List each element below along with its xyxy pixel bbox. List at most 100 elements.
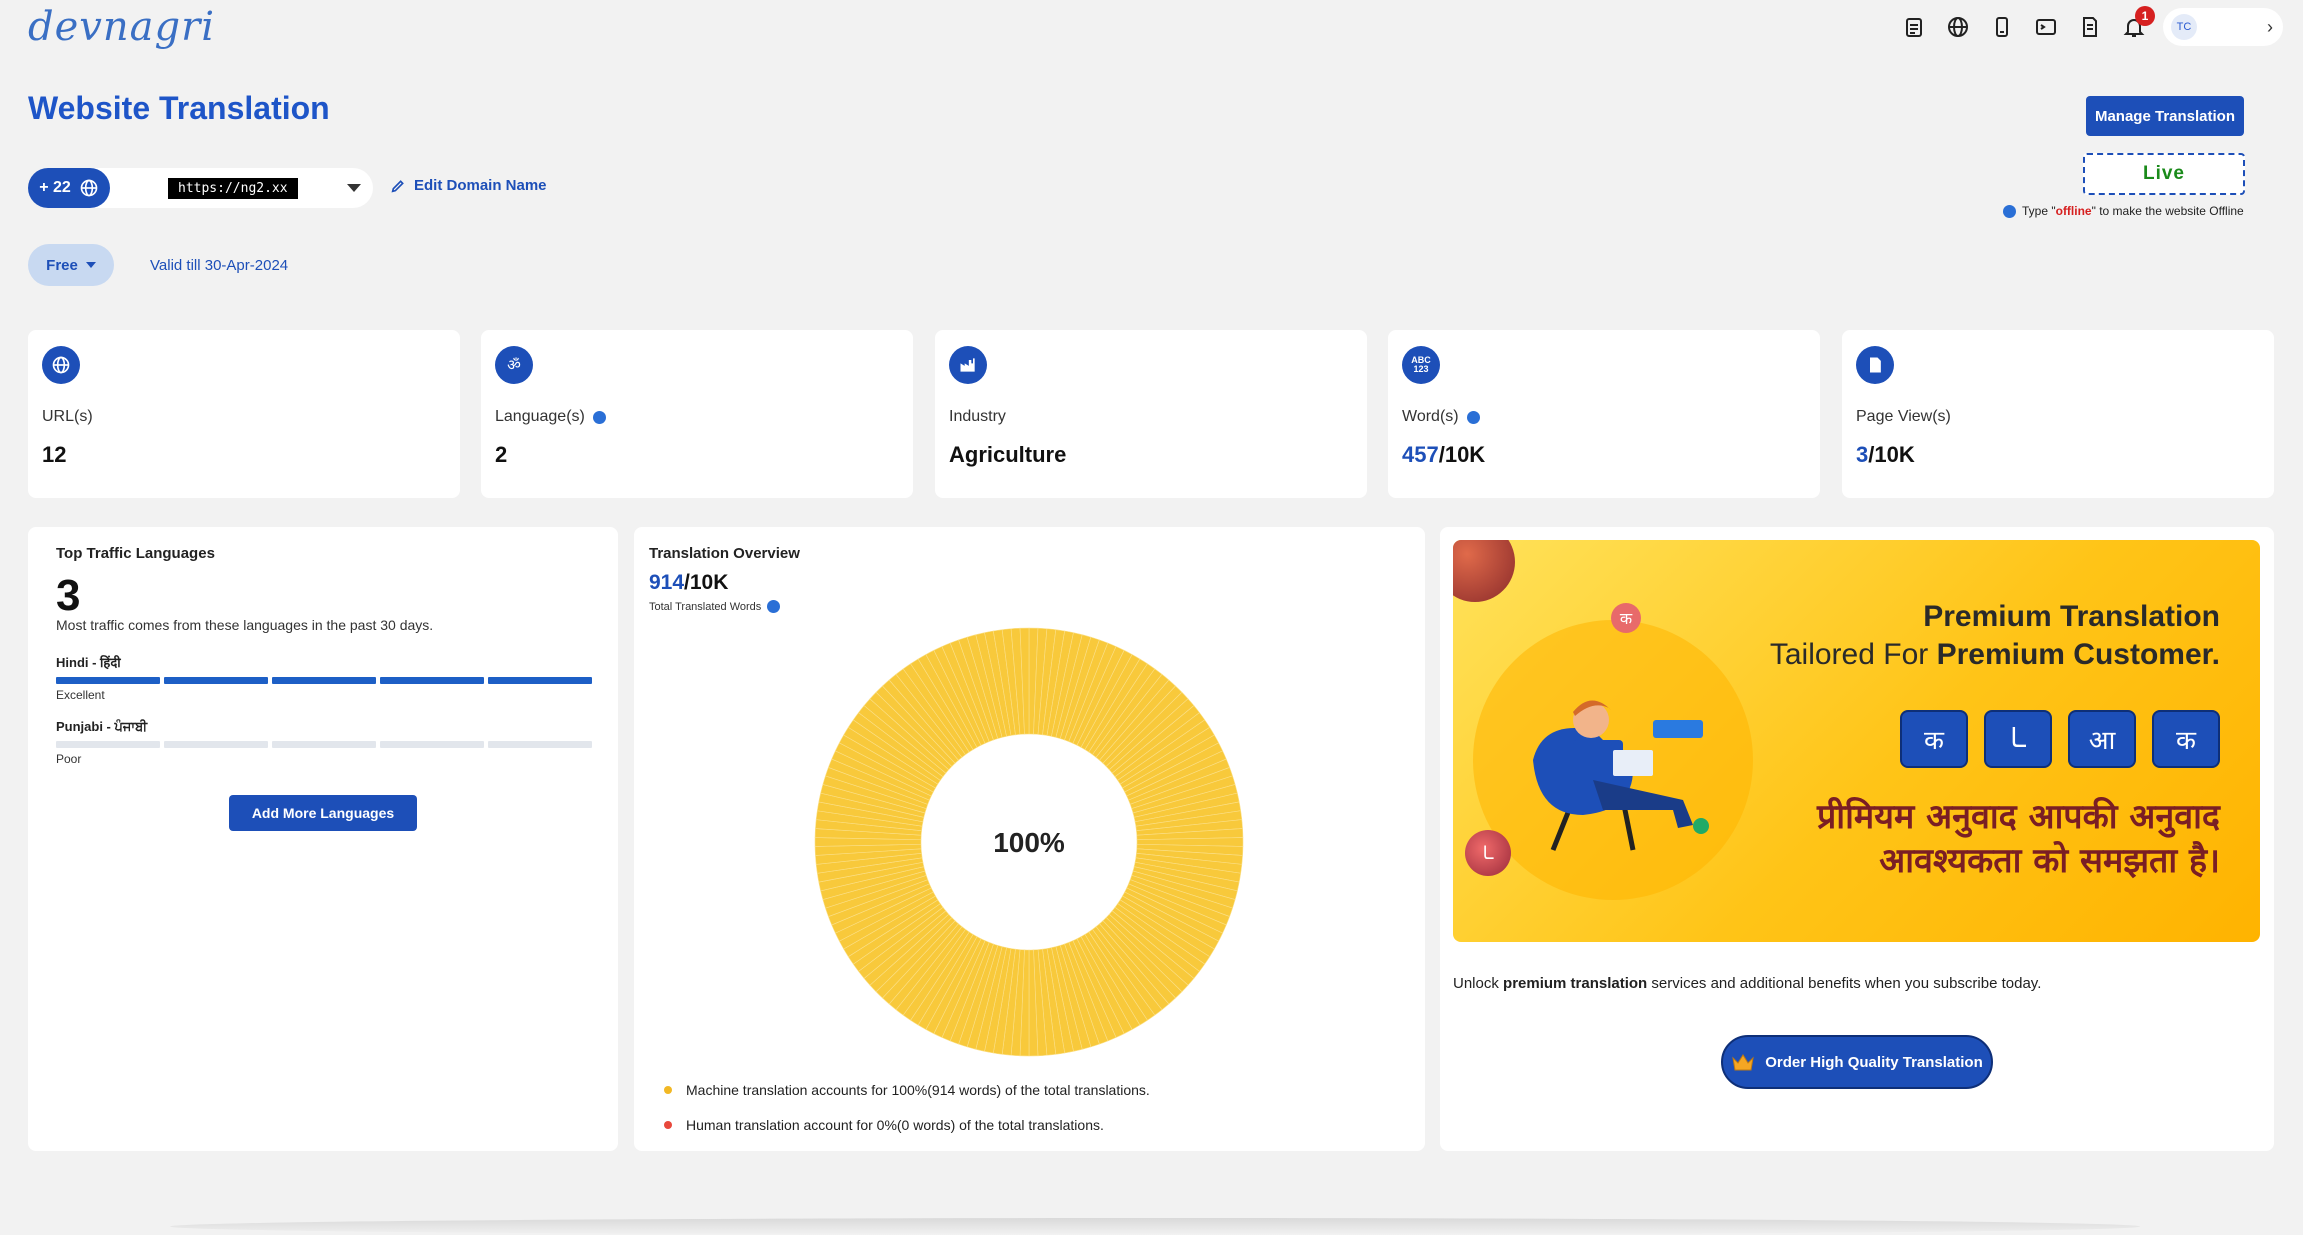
domain-selector[interactable]: + 22 https://ng2.xx: [28, 168, 373, 208]
order-button-label: Order High Quality Translation: [1765, 1053, 1983, 1071]
banner-subtitle-bold: Premium Customer.: [1936, 638, 2220, 671]
plan-dropdown[interactable]: Free: [28, 244, 114, 286]
quality-bar-segment: [488, 741, 592, 748]
stat-label: Industry: [949, 408, 1006, 425]
banner-hindi-line: प्रीमियम अनुवाद आपकी अनुवाद: [1816, 797, 2220, 837]
stat-card-pageviews: Page View(s) 3/10K: [1842, 330, 2274, 498]
legend-dot-machine: [664, 1086, 672, 1094]
translation-overview-panel: Translation Overview 914/10K Total Trans…: [634, 527, 1425, 1151]
chevron-right-icon: ›: [2267, 16, 2273, 37]
quality-bar-segment: [164, 741, 268, 748]
offline-hint-pre: Type ": [2022, 204, 2056, 218]
abc-icon: ABC 123: [1402, 346, 1440, 384]
stat-card-industry: Industry Agriculture: [935, 330, 1367, 498]
stat-value: /10K: [1868, 442, 1915, 467]
user-menu[interactable]: TC ›: [2163, 8, 2283, 46]
person-illustration: [1533, 700, 1709, 851]
script-tile: क: [1900, 710, 1968, 768]
info-icon[interactable]: [592, 410, 606, 424]
plan-validity: Valid till 30-Apr-2024: [150, 257, 289, 274]
panel-title: Translation Overview: [649, 545, 800, 562]
legend-human: Human translation account for 0%(0 words…: [664, 1117, 1104, 1133]
stat-value: Agriculture: [949, 442, 1067, 467]
planet-decoration: ـا: [1465, 830, 1511, 876]
top-toolbar: 1 TC ›: [1899, 6, 2283, 46]
banner-hindi-text: प्रीमियम अनुवाद आपकी अनुवाद आवश्यकता को …: [1817, 795, 2220, 883]
language-quality: Excellent: [56, 688, 105, 702]
stat-value: 2: [495, 442, 508, 467]
legend-machine: Machine translation accounts for 100%(91…: [664, 1082, 1150, 1098]
script-tile: आ: [2068, 710, 2136, 768]
translate-icon: ॐ: [495, 346, 533, 384]
quality-bar-segment: [488, 677, 592, 684]
bell-icon[interactable]: 1: [2119, 6, 2155, 42]
quality-bar-segment: [56, 677, 160, 684]
promo-text-post: services and additional benefits when yo…: [1647, 975, 2042, 992]
script-tiles: क ـا आ क: [1900, 710, 2220, 768]
translated-limit: /10K: [684, 571, 729, 594]
language-row-hindi: Hindi - हिंदी Excellent: [56, 653, 592, 702]
language-name: Punjabi - ਪੰਜਾਬੀ: [56, 719, 148, 734]
stat-card-languages: ॐ Language(s) 2: [481, 330, 913, 498]
add-more-languages-button[interactable]: Add More Languages: [229, 795, 417, 831]
globe-icon[interactable]: [1943, 12, 1973, 42]
phone-icon[interactable]: [1987, 12, 2017, 42]
planet-decoration: [1453, 540, 1515, 602]
offline-keyword: offline: [2055, 204, 2092, 218]
devnagri-logo[interactable]: devnagri: [28, 4, 215, 50]
stat-label: URL(s): [42, 408, 93, 425]
stat-card-urls: URL(s) 12: [28, 330, 460, 498]
banner-title: Premium Translation: [1923, 600, 2220, 633]
info-icon[interactable]: [1466, 410, 1480, 424]
pencil-icon: [391, 179, 404, 192]
stat-value-highlight: 3: [1856, 442, 1869, 467]
order-high-quality-button[interactable]: Order High Quality Translation: [1721, 1035, 1993, 1089]
legend-text: Machine translation accounts for 100%(91…: [686, 1082, 1150, 1098]
stat-value-highlight: 457: [1402, 442, 1439, 467]
quality-bar: [56, 741, 592, 748]
clipboard-icon[interactable]: [1899, 12, 1929, 42]
panel-title: Top Traffic Languages: [56, 545, 215, 562]
promo-text-pre: Unlock: [1453, 975, 1504, 992]
quality-bar-segment: [56, 741, 160, 748]
banner-subtitle: Tailored For Premium Customer.: [1770, 638, 2220, 672]
quality-bar-segment: [272, 677, 376, 684]
stat-card-words: ABC 123 Word(s) 457/10K: [1388, 330, 1820, 498]
language-count: + 22: [39, 179, 71, 196]
notification-badge: 1: [2135, 6, 2155, 26]
translated-total: 914/10K: [649, 571, 728, 595]
globe-icon: [42, 346, 80, 384]
language-count-button[interactable]: + 22: [28, 168, 110, 208]
stat-label: Language(s): [495, 408, 585, 425]
legend-dot-human: [664, 1121, 672, 1129]
globe-icon: [80, 179, 98, 197]
quality-bar-segment: [380, 741, 484, 748]
edit-domain-link[interactable]: Edit Domain Name: [390, 177, 547, 194]
quality-bar-segment: [272, 741, 376, 748]
chevron-down-icon[interactable]: [347, 184, 361, 192]
quality-bar: [56, 677, 592, 684]
live-status-input[interactable]: Live: [2083, 153, 2245, 195]
offline-hint-post: " to make the website Offline: [2091, 204, 2244, 218]
page-icon: [1856, 346, 1894, 384]
translation-donut-chart: 100%: [814, 627, 1244, 1057]
traffic-count: 3: [56, 571, 81, 620]
info-icon[interactable]: [2003, 204, 2016, 218]
quality-bar-segment: [164, 677, 268, 684]
banner-subtitle-pre: Tailored For: [1769, 638, 1937, 671]
translated-sublabel: Total Translated Words: [649, 600, 781, 613]
caret-down-icon: [85, 262, 96, 268]
top-traffic-panel: Top Traffic Languages 3 Most traffic com…: [28, 527, 618, 1151]
script-tile: ـا: [1984, 710, 2052, 768]
manage-translation-button[interactable]: Manage Translation: [2086, 96, 2244, 136]
language-quality: Poor: [56, 752, 82, 766]
stat-value: /10K: [1438, 442, 1486, 467]
letter-bubble: क: [1611, 603, 1641, 633]
document-icon[interactable]: [2075, 12, 2105, 42]
banner-hindi-line: आवश्यकता को समझता है।: [1879, 841, 2220, 882]
terminal-icon[interactable]: [2031, 12, 2061, 42]
stat-label: Page View(s): [1856, 408, 1951, 425]
bottom-shadow: [170, 1218, 2140, 1235]
info-icon[interactable]: [767, 600, 781, 613]
promo-text-bold: premium translation: [1503, 975, 1648, 992]
